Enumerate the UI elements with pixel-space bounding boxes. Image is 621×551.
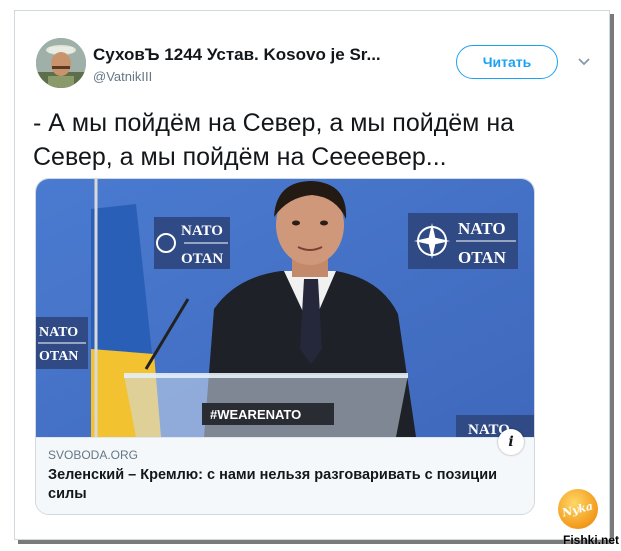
card-domain: SVOBODA.ORG [48, 448, 139, 462]
tweet-card: СуховЪ 1244 Устав. Kosovo je Sr... @Vatn… [14, 10, 610, 540]
avatar-image [36, 38, 86, 88]
info-icon[interactable]: i [498, 429, 524, 455]
avatar[interactable] [36, 38, 86, 88]
nato-sign-mid-bottom: OTAN [181, 251, 223, 267]
nato-sign-right-top: NATO [458, 219, 506, 238]
author-name[interactable]: СуховЪ 1244 Устав. Kosovo je Sr... [93, 45, 381, 65]
nato-sign-mid-top: NATO [181, 223, 223, 239]
nato-sign-left-top: NATO [39, 325, 78, 340]
watermark-site: Fishki.net [563, 533, 620, 547]
follow-button[interactable]: Читать [456, 45, 558, 79]
nato-sign-left-bottom: OTAN [39, 349, 78, 364]
tweet-text: - А мы пойдём на Север, а мы пойдём на С… [33, 109, 515, 171]
nato-sign-right-bottom: OTAN [458, 248, 507, 267]
card-image: NATO OTAN NATO OTAN NATO OTAN NATO #WEAR… [36, 179, 534, 437]
card-body: SVOBODA.ORG Зеленский – Кремлю: с нами н… [36, 437, 534, 514]
author-handle[interactable]: @VatnikIII [93, 69, 152, 84]
watermark-logo-text: Nyka [561, 498, 595, 520]
watermark-logo: Nyka [558, 489, 598, 529]
link-card[interactable]: NATO OTAN NATO OTAN NATO OTAN NATO #WEAR… [35, 178, 535, 515]
chevron-down-icon[interactable] [577, 55, 591, 69]
podium-text: #WEARENATO [210, 407, 301, 422]
card-title[interactable]: Зеленский – Кремлю: с нами нельзя разгов… [48, 466, 498, 504]
